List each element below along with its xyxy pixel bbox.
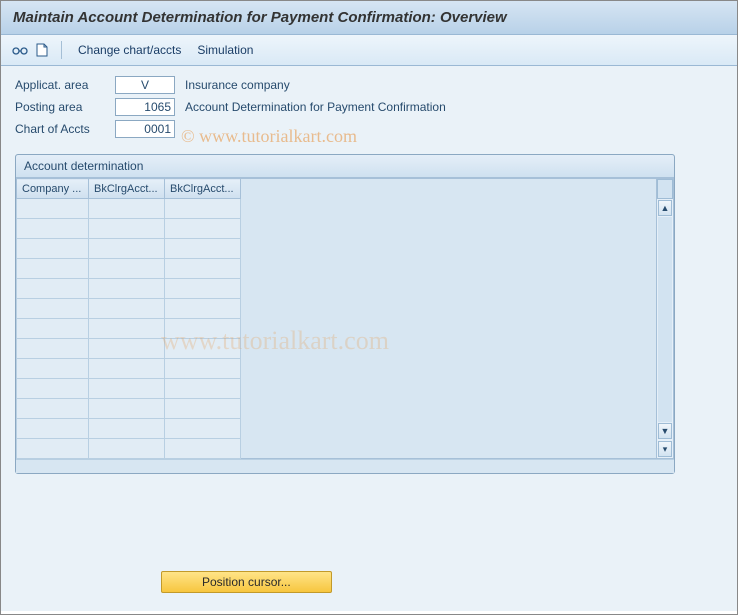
table-cell[interactable] [165,279,241,299]
table-row[interactable] [17,199,241,219]
position-cursor-button[interactable]: Position cursor... [161,571,332,593]
glasses-icon[interactable] [11,41,29,59]
applicat-area-desc: Insurance company [185,78,723,92]
table-row[interactable] [17,359,241,379]
column-header-bkclrgacct2[interactable]: BkClrgAcct... [165,179,241,199]
vertical-scrollbar[interactable]: ▲ ▼ ▾ [656,178,674,459]
table-cell[interactable] [17,439,89,459]
applicat-area-label: Applicat. area [15,78,105,92]
table-cell[interactable] [17,399,89,419]
chart-accts-label: Chart of Accts [15,122,105,136]
new-document-icon[interactable] [33,41,51,59]
scroll-down-icon[interactable]: ▼ [658,423,672,439]
table-cell[interactable] [89,379,165,399]
select-all-corner[interactable] [657,179,673,199]
table-cell[interactable] [17,239,89,259]
posting-area-input[interactable] [115,98,175,116]
table-cell[interactable] [89,359,165,379]
table-cell[interactable] [165,319,241,339]
table-row[interactable] [17,279,241,299]
header-form: Applicat. area Insurance company Posting… [15,76,723,138]
title-bar: Maintain Account Determination for Payme… [1,1,737,35]
table-cell[interactable] [165,239,241,259]
table-cell[interactable] [165,299,241,319]
table-cell[interactable] [17,299,89,319]
table-empty-area [241,178,656,459]
table-row[interactable] [17,399,241,419]
chart-accts-input[interactable] [115,120,175,138]
scroll-up-icon[interactable]: ▲ [658,200,672,216]
table-cell[interactable] [17,259,89,279]
table-row[interactable] [17,419,241,439]
column-header-bkclrgacct1[interactable]: BkClrgAcct... [89,179,165,199]
table-cell[interactable] [17,419,89,439]
table-row[interactable] [17,439,241,459]
toolbar: Change chart/accts Simulation [1,35,737,66]
toolbar-separator [61,41,62,59]
page-title: Maintain Account Determination for Payme… [13,9,725,26]
table-cell[interactable] [89,239,165,259]
table-row[interactable] [17,219,241,239]
table-cell[interactable] [165,439,241,459]
table-cell[interactable] [89,199,165,219]
table-cell[interactable] [89,319,165,339]
panel-title: Account determination [16,155,674,178]
column-header-company[interactable]: Company ... [17,179,89,199]
table-cell[interactable] [89,439,165,459]
table-cell[interactable] [17,339,89,359]
content-area: Applicat. area Insurance company Posting… [1,66,737,611]
table-cell[interactable] [89,259,165,279]
table-row[interactable] [17,339,241,359]
table-cell[interactable] [165,419,241,439]
table-cell[interactable] [165,359,241,379]
table-cell[interactable] [89,279,165,299]
table-cell[interactable] [17,359,89,379]
table-cell[interactable] [17,199,89,219]
table-cell[interactable] [89,419,165,439]
table-row[interactable] [17,299,241,319]
table-cell[interactable] [165,399,241,419]
table-cell[interactable] [17,219,89,239]
posting-area-desc: Account Determination for Payment Confir… [185,100,723,114]
change-chart-link[interactable]: Change chart/accts [72,41,187,59]
account-determination-panel: Account determination Company ... BkClrg… [15,154,675,474]
applicat-area-input[interactable] [115,76,175,94]
scroll-track[interactable] [658,217,672,422]
table-cell[interactable] [17,319,89,339]
table-cell[interactable] [17,379,89,399]
table-row[interactable] [17,259,241,279]
table-cell[interactable] [89,339,165,359]
table-cell[interactable] [165,199,241,219]
horizontal-scrollbar[interactable] [16,459,674,473]
table-row[interactable] [17,319,241,339]
table-cell[interactable] [17,279,89,299]
table-cell[interactable] [165,219,241,239]
table-cell[interactable] [89,399,165,419]
scroll-end-icon[interactable]: ▾ [658,441,672,457]
table-cell[interactable] [165,379,241,399]
table-cell[interactable] [89,299,165,319]
table-cell[interactable] [165,259,241,279]
posting-area-label: Posting area [15,100,105,114]
account-table[interactable]: Company ... BkClrgAcct... BkClrgAcct... [16,178,241,459]
simulation-link[interactable]: Simulation [191,41,259,59]
table-row[interactable] [17,379,241,399]
table-cell[interactable] [165,339,241,359]
table-row[interactable] [17,239,241,259]
table-cell[interactable] [89,219,165,239]
